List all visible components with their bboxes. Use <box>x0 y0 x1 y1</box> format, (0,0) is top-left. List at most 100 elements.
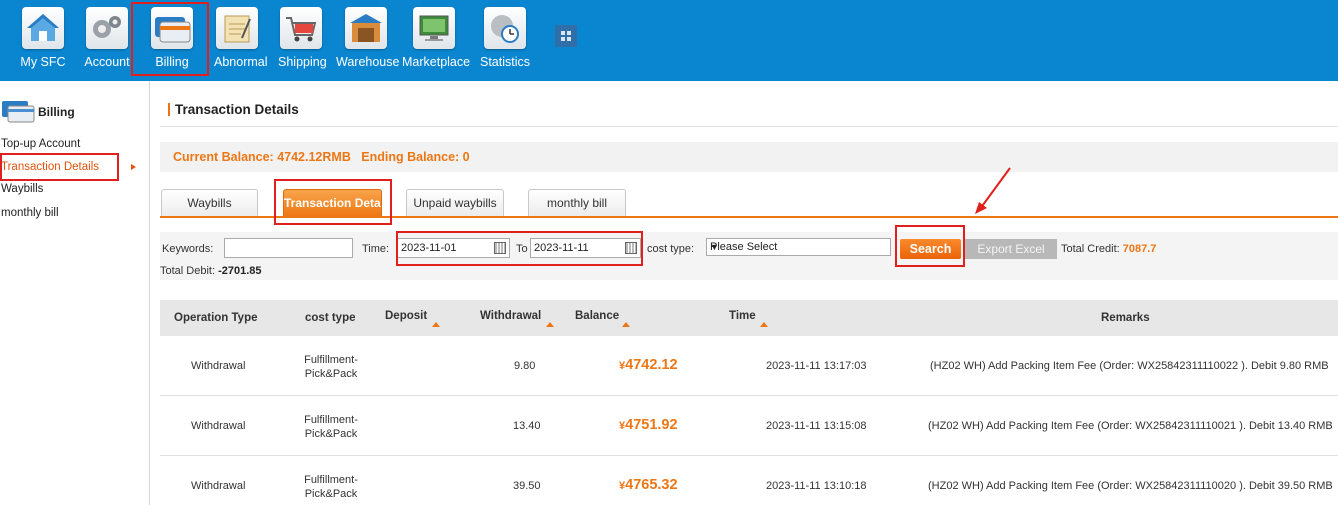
balance-bar: Current Balance: 4742.12RMB Ending Balan… <box>160 142 1338 172</box>
tab-monthly-bill[interactable]: monthly bill <box>528 189 626 216</box>
tab-label: monthly bill <box>546 196 608 210</box>
tab-label: Waybills <box>187 196 232 210</box>
col-deposit[interactable]: Deposit <box>385 310 427 322</box>
cell-cost-type: Fulfillment- Pick&Pack <box>290 413 372 441</box>
cell-remarks: (HZ02 WH) Add Packing Item Fee (Order: W… <box>928 420 1333 432</box>
sort-asc-icon[interactable] <box>546 322 554 327</box>
cell-time: 2023-11-11 13:15:08 <box>766 420 867 432</box>
cell-withdrawal: 39.50 <box>513 480 541 492</box>
notepad-icon <box>216 7 258 49</box>
table-row: Withdrawal Fulfillment- Pick&Pack 39.50 … <box>160 456 1338 505</box>
nav-item-abnormal[interactable]: Abnormal <box>214 0 268 81</box>
col-balance[interactable]: Balance <box>575 310 619 322</box>
highlight-date-range <box>396 231 643 266</box>
total-debit-value: -2701.85 <box>218 265 262 277</box>
sort-asc-icon[interactable] <box>760 322 768 327</box>
highlight-tab <box>274 179 392 225</box>
nav-item-statistics[interactable]: Statistics <box>480 0 530 81</box>
divider <box>160 126 1338 127</box>
cell-operation-type: Withdrawal <box>191 480 246 492</box>
title-accent-bar <box>168 103 170 116</box>
cost-type-line: Fulfillment- <box>304 414 358 426</box>
total-debit: Total Debit: -2701.85 <box>160 265 262 277</box>
total-credit-value: 7087.7 <box>1122 243 1157 255</box>
house-icon <box>22 7 64 49</box>
clock-chart-icon <box>484 7 526 49</box>
table-row: Withdrawal Fulfillment- Pick&Pack 9.80 ¥… <box>160 336 1338 396</box>
cell-remarks: (HZ02 WH) Add Packing Item Fee (Order: W… <box>928 480 1333 492</box>
balance-value: 4742.12 <box>625 357 678 373</box>
cell-time: 2023-11-11 13:10:18 <box>766 480 867 492</box>
cell-balance: ¥4742.12 <box>619 357 678 373</box>
nav-label: Statistics <box>480 55 531 69</box>
nav-item-my-sfc[interactable]: My SFC <box>20 0 66 81</box>
cart-icon <box>280 7 322 49</box>
keywords-label: Keywords: <box>162 243 214 255</box>
annotation-arrow-icon <box>975 167 1011 214</box>
warehouse-icon <box>345 7 387 49</box>
sort-asc-icon[interactable] <box>622 322 630 327</box>
balance-value: 4765.32 <box>625 477 678 493</box>
sidebar: Billing Top-up Account Transaction Detai… <box>0 81 150 505</box>
sidebar-title: Billing <box>38 105 75 119</box>
highlight-billing <box>131 2 209 76</box>
col-withdrawal[interactable]: Withdrawal <box>480 310 541 322</box>
time-label: Time: <box>362 243 390 255</box>
col-time[interactable]: Time <box>729 310 756 322</box>
cell-time: 2023-11-11 13:17:03 <box>766 360 867 372</box>
col-remarks: Remarks <box>1101 312 1150 324</box>
sidebar-item-waybills[interactable]: Waybills <box>1 183 43 195</box>
nav-item-shipping[interactable]: Shipping <box>278 0 327 81</box>
total-credit-label: Total Credit: <box>1061 243 1120 255</box>
nav-label: My SFC <box>20 55 66 69</box>
export-excel-button[interactable]: Export Excel <box>965 239 1057 259</box>
cell-balance: ¥4765.32 <box>619 477 678 493</box>
nav-item-warehouse[interactable]: Warehouse <box>336 0 400 81</box>
highlight-transaction-details <box>0 153 119 181</box>
cost-type-line: Fulfillment- <box>304 354 358 366</box>
nav-item-marketplace[interactable]: Marketplace <box>402 0 471 81</box>
cell-cost-type: Fulfillment- Pick&Pack <box>290 353 372 381</box>
nav-item-account[interactable]: Account <box>84 0 130 81</box>
tab-label: Unpaid waybills <box>413 196 497 210</box>
page-title: Transaction Details <box>175 102 299 117</box>
sidebar-item-top-up-account[interactable]: Top-up Account <box>1 138 80 150</box>
apps-grid-icon[interactable] <box>555 25 577 47</box>
col-operation-type: Operation Type <box>174 312 258 324</box>
table-header: Operation Type cost type Deposit Withdra… <box>160 300 1338 336</box>
gears-icon <box>86 7 128 49</box>
col-cost-type: cost type <box>305 312 356 324</box>
caret-right-icon <box>131 164 136 170</box>
keywords-input[interactable] <box>224 238 353 258</box>
cost-type-line: Fulfillment- <box>304 474 358 486</box>
total-credit: Total Credit: 7087.7 <box>1061 243 1156 255</box>
cell-operation-type: Withdrawal <box>191 360 246 372</box>
cell-cost-type: Fulfillment- Pick&Pack <box>290 473 372 501</box>
cost-type-line: Pick&Pack <box>304 428 358 440</box>
tab-waybills[interactable]: Waybills <box>161 189 258 216</box>
balance-value: 4751.92 <box>625 417 678 433</box>
credit-card-icon <box>2 101 36 123</box>
chevron-down-icon: ▼ <box>710 242 719 252</box>
cost-type-line: Pick&Pack <box>304 488 358 500</box>
nav-label: Marketplace <box>402 55 471 69</box>
cell-withdrawal: 13.40 <box>513 420 541 432</box>
sort-asc-icon[interactable] <box>432 322 440 327</box>
highlight-search <box>895 225 965 267</box>
cell-operation-type: Withdrawal <box>191 420 246 432</box>
cell-withdrawal: 9.80 <box>514 360 536 372</box>
cell-balance: ¥4751.92 <box>619 417 678 433</box>
cost-type-select[interactable]: Please Select ▼ <box>706 238 891 256</box>
table-row: Withdrawal Fulfillment- Pick&Pack 13.40 … <box>160 396 1338 456</box>
nav-label: Warehouse <box>336 55 400 69</box>
nav-label: Abnormal <box>214 55 268 69</box>
monitor-icon <box>413 7 455 49</box>
cost-type-label: cost type: <box>647 243 695 255</box>
cost-type-line: Pick&Pack <box>304 368 358 380</box>
sidebar-item-monthly-bill[interactable]: monthly bill <box>1 207 59 219</box>
total-debit-label: Total Debit: <box>160 265 216 277</box>
nav-label: Shipping <box>278 55 327 69</box>
balance-summary: Current Balance: 4742.12RMB Ending Balan… <box>173 150 470 164</box>
cell-remarks: (HZ02 WH) Add Packing Item Fee (Order: W… <box>930 360 1329 372</box>
tab-unpaid-waybills[interactable]: Unpaid waybills <box>406 189 504 216</box>
